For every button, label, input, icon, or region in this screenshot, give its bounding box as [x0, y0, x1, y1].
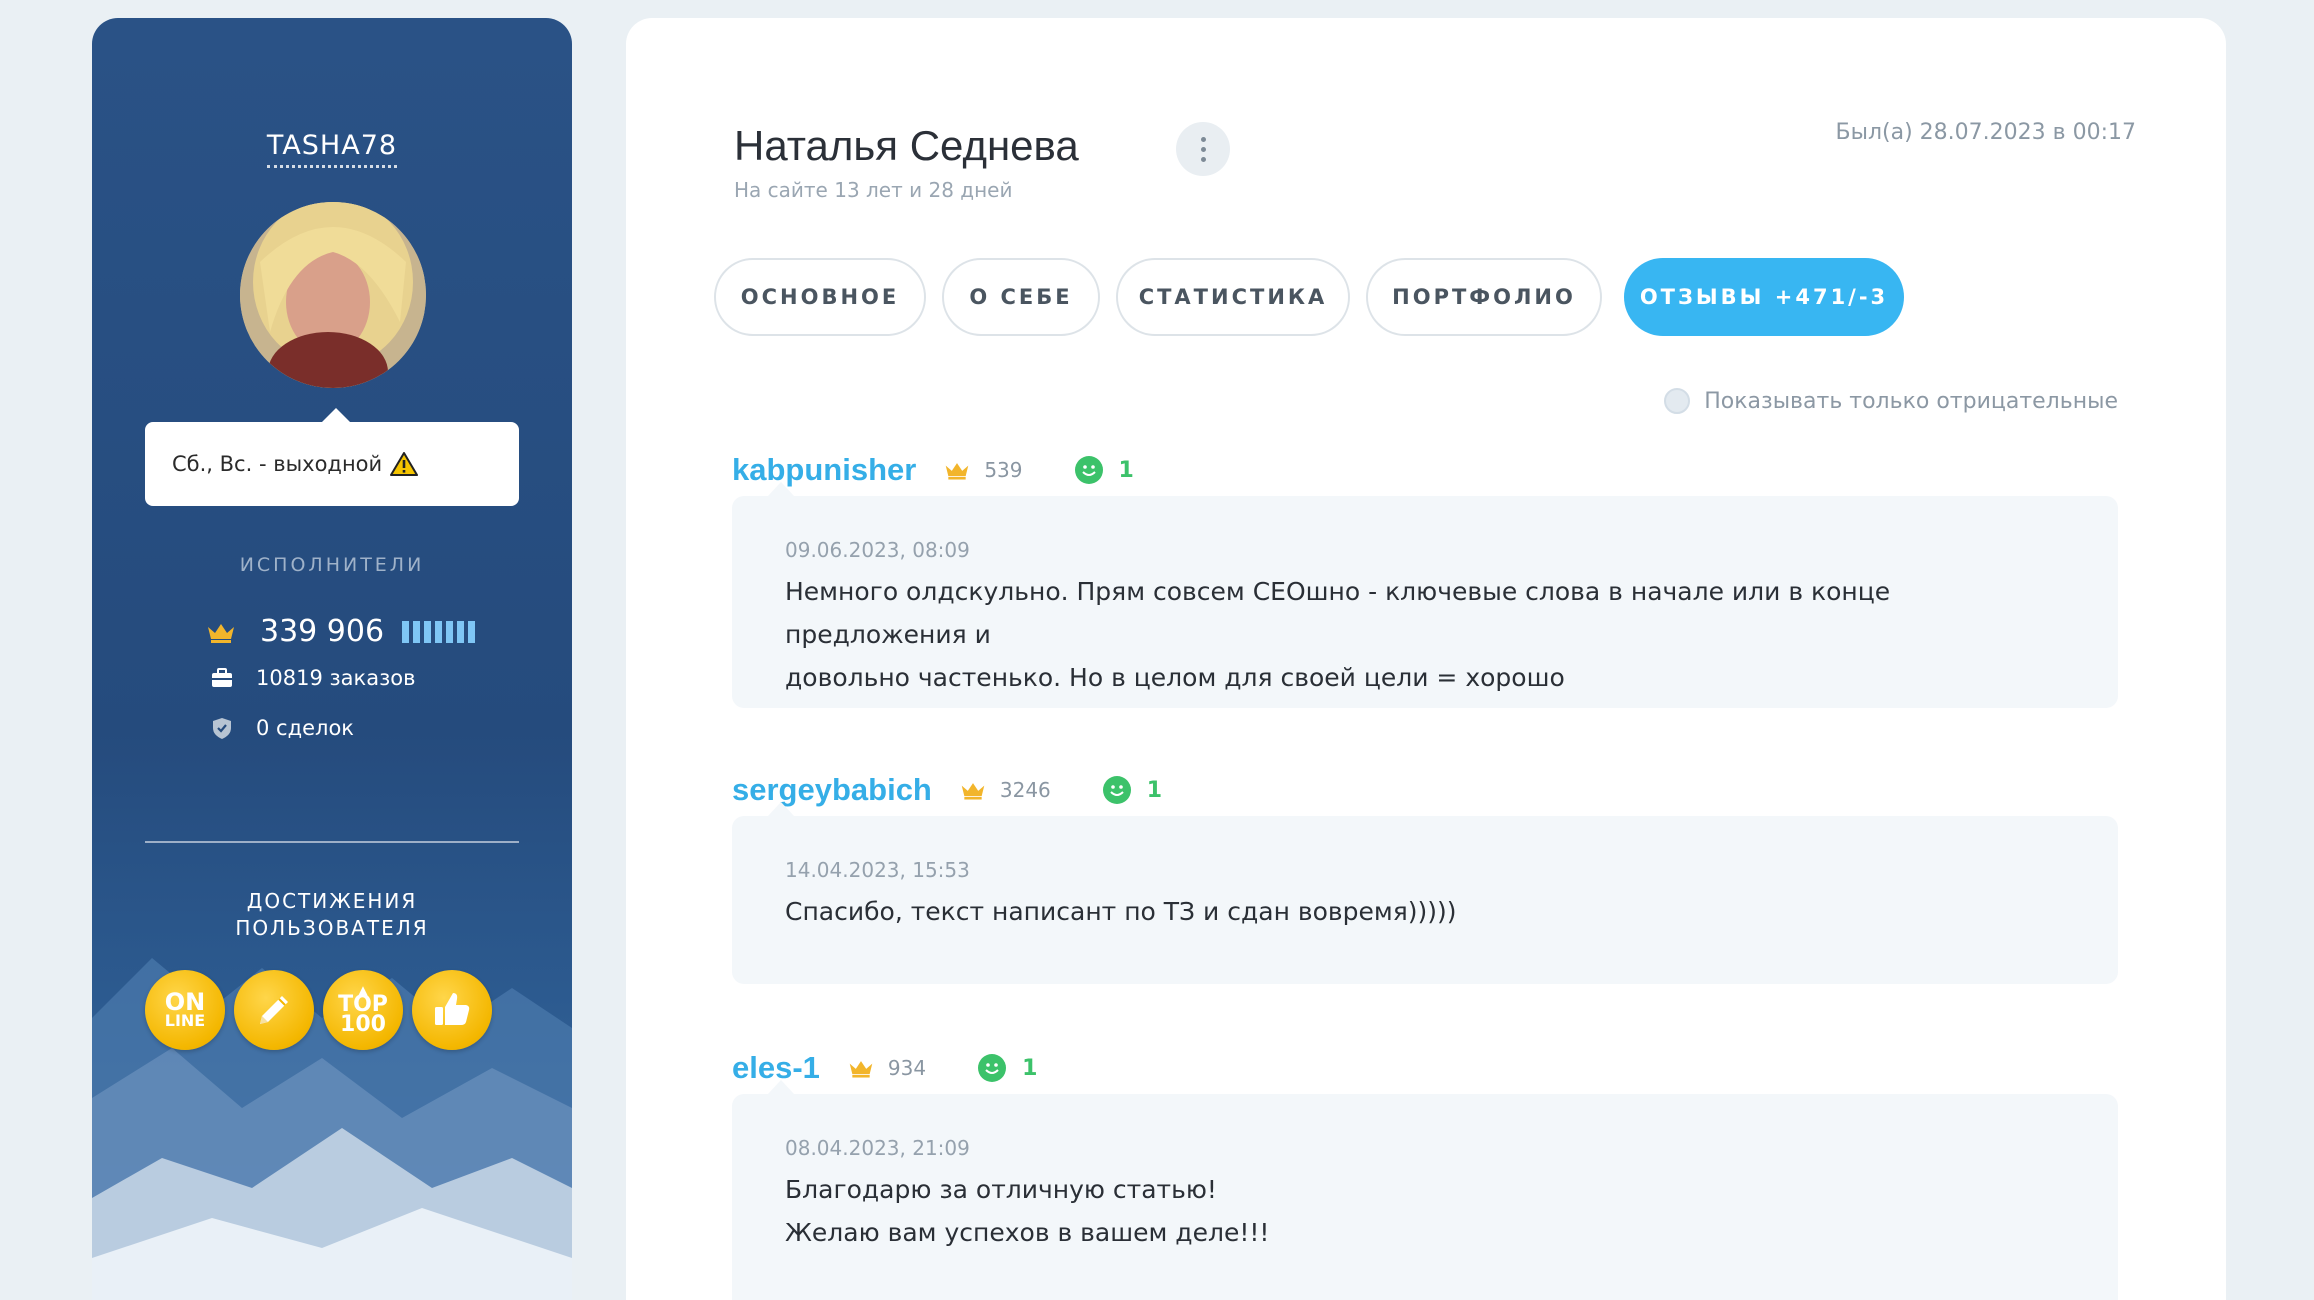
profile-name: Наталья Седнева — [734, 122, 1079, 169]
online-badge-icon[interactable]: ON LINE — [145, 970, 225, 1050]
smile-icon — [1074, 456, 1103, 484]
dot-icon — [1200, 136, 1206, 142]
mountain-background — [92, 958, 572, 1300]
more-options-button[interactable] — [1176, 122, 1230, 176]
smile-icon — [1102, 776, 1131, 804]
warning-icon — [390, 452, 419, 476]
role-label: ИСПОЛНИТЕЛИ — [239, 554, 425, 576]
negative-only-checkbox[interactable] — [1664, 388, 1691, 414]
reviewer-name[interactable]: kabpunisher — [732, 452, 916, 488]
reviewer-rating: 539 — [984, 458, 1023, 482]
briefcase-icon — [212, 668, 232, 687]
reviewer-name[interactable]: sergeybabich — [732, 772, 932, 808]
deals-stat: 0 сделок — [210, 716, 354, 740]
review-card: 08.04.2023, 21:09 Благодарю за отличную … — [732, 1080, 2118, 1300]
review-header: sergeybabich 3246 1 — [732, 772, 1162, 808]
rating-value: 339 906 — [260, 614, 385, 649]
last-seen: Был(а) 28.07.2023 в 00:17 — [1835, 120, 2136, 145]
profile-main: Наталья Седнева На сайте 13 лет и 28 дне… — [626, 18, 2226, 1300]
positive-count: 1 — [1022, 1055, 1038, 1081]
review-text-line: Желаю вам успехов в вашем деле!!! — [785, 1218, 1270, 1247]
tab-reviews[interactable]: ОТЗЫВЫ +471/-3 — [1624, 258, 1904, 336]
crown-icon — [208, 623, 234, 643]
profile-sidebar: TASHA78 Сб., Вс. - выходной ИСПОЛНИТЕЛИ … — [92, 18, 572, 1300]
deals-count: 0 сделок — [256, 716, 354, 740]
tab-main[interactable]: ОСНОВНОЕ — [714, 258, 926, 336]
schedule-status: Сб., Вс. - выходной — [145, 408, 519, 506]
orders-stat: 10819 заказов — [210, 666, 415, 690]
smile-icon — [978, 1054, 1007, 1082]
sidebar-divider — [145, 841, 519, 843]
positive-count: 1 — [1118, 457, 1134, 483]
review-text-line: Спасибо, текст написант по ТЗ и сдан вов… — [785, 897, 1457, 926]
achievement-badges: ON LINE ▲ TOP 100 — [145, 970, 492, 1050]
schedule-text: Сб., Вс. - выходной — [172, 452, 383, 476]
shield-check-icon — [213, 718, 231, 739]
achievements-title: ДОСТИЖЕНИЯ ПОЛЬЗОВАТЕЛЯ — [235, 889, 429, 940]
positive-count: 1 — [1146, 777, 1163, 803]
crown-icon — [946, 463, 969, 480]
review-text-line: Благодарю за отличную статью! — [785, 1175, 1217, 1204]
avatar — [240, 202, 426, 388]
review-date: 14.04.2023, 15:53 — [785, 858, 970, 882]
username[interactable]: TASHA78 — [92, 130, 572, 168]
review-card: 14.04.2023, 15:53 Спасибо, текст написан… — [732, 802, 2118, 984]
review-date: 09.06.2023, 08:09 — [785, 538, 970, 562]
rating-stat: 339 906 — [206, 614, 476, 649]
negative-only-filter[interactable]: Показывать только отрицательные — [1664, 388, 2118, 414]
dot-icon — [1200, 156, 1206, 162]
orders-count: 10819 заказов — [256, 666, 416, 690]
pencil-badge-icon[interactable] — [234, 970, 314, 1050]
review-date: 08.04.2023, 21:09 — [785, 1136, 970, 1160]
crown-icon — [849, 1061, 873, 1078]
tab-statistics[interactable]: СТАТИСТИКА — [1116, 258, 1350, 336]
tab-about[interactable]: О СЕБЕ — [942, 258, 1100, 336]
negative-only-label: Показывать только отрицательные — [1704, 388, 2118, 414]
review-card: 09.06.2023, 08:09 Немного олдскульно. Пр… — [732, 482, 2118, 708]
reviewer-rating: 3246 — [999, 778, 1051, 802]
member-since: На сайте 13 лет и 28 дней — [734, 178, 1013, 202]
thumbs-up-badge-icon[interactable] — [412, 970, 492, 1050]
dot-icon — [1200, 146, 1206, 152]
rating-level-bars — [402, 620, 476, 643]
review-text-line: Немного олдскульно. Прям совсем СЕОшно -… — [785, 577, 1891, 649]
reviewer-rating: 934 — [887, 1056, 927, 1080]
profile-tabs: ОСНОВНОЕ О СЕБЕ СТАТИСТИКА ПОРТФОЛИО ОТЗ… — [714, 258, 1904, 336]
crown-icon — [961, 783, 985, 800]
top100-badge-icon[interactable]: ▲ TOP 100 — [323, 970, 403, 1050]
review-text-line: довольно частенько. Но в целом для своей… — [785, 663, 1565, 692]
tab-portfolio[interactable]: ПОРТФОЛИО — [1366, 258, 1602, 336]
